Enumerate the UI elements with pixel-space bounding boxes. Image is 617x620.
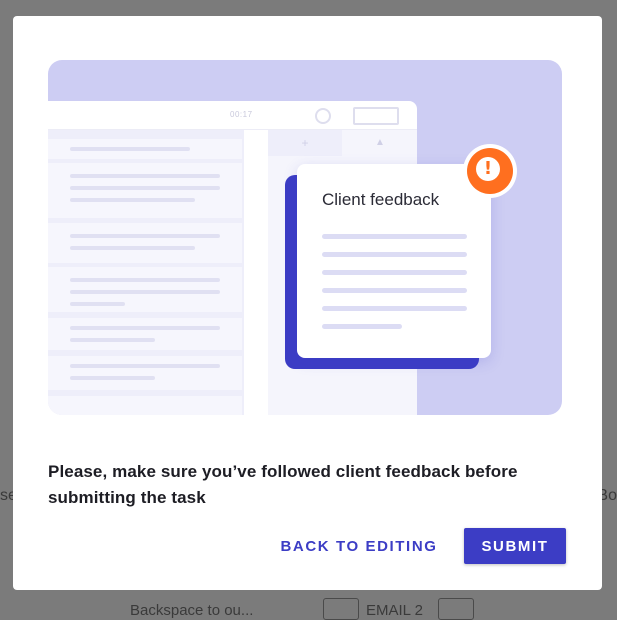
submit-button[interactable]: SUBMIT: [464, 528, 566, 564]
background-key-box: [323, 598, 359, 620]
feedback-illustration: 00:17 + ▲ Client feedback !: [48, 60, 562, 415]
illustration-task-list: [48, 130, 244, 415]
client-feedback-title: Client feedback: [322, 190, 440, 209]
background-key-box: [438, 598, 474, 620]
back-to-editing-button[interactable]: BACK TO EDITING: [271, 528, 447, 564]
illustration-list-item: [48, 318, 242, 350]
illustration-button-shape: [353, 107, 399, 125]
illustration-spinner-icon: [315, 108, 331, 124]
confirmation-dialog: 00:17 + ▲ Client feedback ! Please, make…: [13, 16, 602, 590]
background-hint-text: Backspace to ou...: [130, 602, 254, 619]
background-hint-text-2: EMAIL 2: [366, 602, 423, 619]
illustration-list-item: [48, 163, 242, 218]
illustration-tab-plus-icon: +: [268, 130, 342, 156]
exclamation-icon: !: [476, 157, 500, 181]
illustration-list-item: [48, 267, 242, 312]
alert-badge: !: [467, 148, 513, 194]
illustration-timer: 00:17: [230, 110, 253, 119]
illustration-list-item: [48, 139, 242, 159]
alert-badge-ring: !: [463, 144, 517, 198]
illustration-tab-triangle-icon: ▲: [375, 137, 385, 148]
illustration-list-item: [48, 356, 242, 390]
illustration-list-item: [48, 396, 242, 415]
illustration-list-item: [48, 223, 242, 263]
dialog-message: Please, make sure you’ve followed client…: [48, 462, 518, 507]
background-shortcut-hint: Backspace to ou... EMAIL 2: [130, 598, 490, 620]
illustration-app-topbar: 00:17: [48, 101, 417, 130]
client-feedback-card: Client feedback: [297, 164, 491, 358]
